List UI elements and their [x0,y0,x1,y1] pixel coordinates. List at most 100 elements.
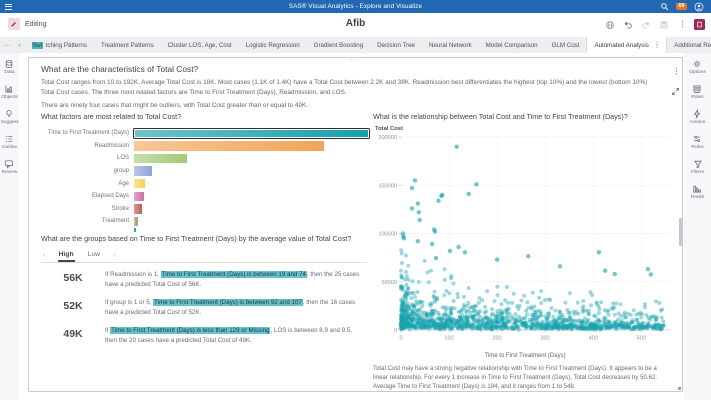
bar-row-treatment: Treatment [41,215,369,228]
bar-track [134,153,369,164]
bar-track [134,178,369,189]
svg-text:150000: 150000 [378,183,397,189]
bar-los[interactable] [134,153,187,164]
roles-icon [692,84,702,94]
left-rail: Data Objects Suggest Outline Review [0,53,20,400]
bar-row-readmission: Readmission [41,140,369,153]
object-menu-icon[interactable]: ··· [671,60,680,78]
bar-category-label: Time to First Treatment (Days) [47,130,129,137]
bar-elapsed-days[interactable] [134,191,145,202]
save-icon[interactable] [658,19,669,30]
bar-readmission[interactable] [134,141,325,151]
bar-track [134,204,369,214]
rail-item-filters[interactable]: Filters [691,159,704,175]
panel-resize-grip[interactable] [678,387,681,390]
more-menu-icon[interactable]: ··· [676,19,687,30]
rail-item-actions[interactable]: Actions [690,109,705,125]
tab-decision-tree[interactable]: Decision Tree [370,37,422,53]
bar-track [134,216,369,227]
svg-text:0: 0 [399,336,402,342]
undo-icon[interactable] [622,19,633,30]
bar-row-group: group [41,165,369,178]
bar-row-stroke: Stroke [41,203,369,216]
review-comment-icon [4,159,14,169]
tab-overflow-left-icon[interactable]: ··· [0,37,15,53]
rail-item-outline[interactable]: Outline [2,134,17,150]
tab-cluster-los-age-cost[interactable]: Cluster LOS, Age, Cost [161,37,239,53]
rail-item-review[interactable]: Review [2,159,17,175]
bar-group[interactable] [134,166,152,176]
groups-tab-high[interactable]: High [57,251,75,262]
tab-logistic-regression[interactable]: Logistic Regression [239,37,307,53]
bar-track [133,127,370,139]
rule-highlight: Time to First Treatment (Days) is betwee… [160,271,307,278]
tab-neural-network[interactable]: Neural Network [422,37,479,53]
svg-text:50000: 50000 [381,280,397,286]
automated-analysis-panel[interactable]: ··· What are the characteristics of Tota… [28,56,683,392]
rail-item-ranks[interactable]: Ranks [691,184,704,200]
expand-object-icon[interactable] [671,83,680,101]
rail-item-roles[interactable]: Roles [691,84,704,100]
redo-icon[interactable] [640,19,651,30]
svg-text:500: 500 [637,336,646,342]
report-tabs: Swi tching Patterns Treatment Patterns Clus… [25,37,711,53]
tab-model-comparison[interactable]: Model Comparison [479,37,545,53]
rail-item-suggest[interactable]: Suggest [1,109,18,125]
group-rule-text: If Time to First Treatment (Days) is les… [105,326,352,344]
bar-treatment[interactable] [134,216,138,227]
group-value: 49K [63,327,83,340]
scatter-outlier-points[interactable] [400,144,653,277]
report-toolbar: Editing Afib ··· [0,13,711,38]
summary-paragraph-2: There are ninety four cases that might b… [41,102,309,110]
tab-scroll-left-icon[interactable]: ‹ [15,37,25,53]
bar-age[interactable] [134,178,145,189]
report-pages-icon[interactable] [694,19,705,30]
bar-row-elapsed-days: Elapsed Days [41,190,369,203]
rail-item-rules[interactable]: Rules [691,134,704,150]
groups-rows: 56K If Readmission is 1, Time to First Tr… [41,270,367,346]
bar-time-to-first-treatment-days[interactable] [133,127,370,139]
object-drag-handle[interactable]: ··· [351,56,361,63]
svg-text:200000: 200000 [378,135,397,141]
scatter-section: What is the relationship between Total C… [373,112,677,391]
svg-text:100000: 100000 [378,232,397,238]
groups-tab-low[interactable]: Low [87,251,101,258]
scatter-plot-svg[interactable]: 0 50000 100000 150000 200000 0 100 200 300 400 500 [373,132,675,350]
bar-category-label: Readmission [94,142,129,149]
group-row-56k[interactable]: 56K If Readmission is 1, Time to First Tr… [41,270,367,290]
rail-item-data[interactable]: Data [4,59,15,75]
svg-text:0: 0 [394,328,397,334]
bar-category-label: Treatment [101,218,129,225]
bar-category-label: Stroke [111,205,129,212]
scatter-caption: Total Cost may have a strong negative re… [373,365,658,391]
groups-prev-icon[interactable]: ‹ [43,250,46,259]
group-row-49k[interactable]: 49K If Time to First Treatment (Days) is … [41,326,367,346]
search-icon[interactable] [659,1,670,12]
panel-scrollbar[interactable] [679,218,682,246]
groups-next-icon[interactable]: › [113,250,116,259]
groups-section: What are the groups based on Time to Fir… [41,234,367,354]
scatter-points[interactable] [399,248,666,332]
rail-label: Outline [1,145,18,150]
bar-stroke[interactable] [134,204,142,214]
tab-additional-reports[interactable]: Additional Reports [667,37,711,53]
tab-menu-icon[interactable]: ··· [653,41,659,49]
refresh-icon[interactable] [604,19,615,30]
rail-item-objects[interactable]: Objects [1,84,18,100]
tab-automated-analysis[interactable]: Automated Analysis ··· [586,37,668,53]
tab-glm-cost[interactable]: GLM Cost [545,37,587,53]
filter-funnel-icon [693,159,703,169]
group-row-52k[interactable]: 52K If group is 1 or 5, Time to First Tre… [41,298,367,318]
group-rule-text: If Readmission is 1, Time to First Treat… [105,271,360,288]
tab-treatment-patterns[interactable]: Treatment Patterns [94,37,161,53]
actions-icon [692,109,702,119]
options-gear-icon [692,59,702,69]
groups-tab-strip: ‹ High Low › [41,248,367,263]
rail-label: Roles [691,95,704,100]
notification-badge[interactable]: 69 [675,2,687,11]
tab-gradient-boosting[interactable]: Gradient Boosting [307,37,371,53]
rail-item-options[interactable]: Options [689,59,706,75]
summary-heading: What are the characteristics of Total Co… [41,64,199,74]
tab-switching-patterns[interactable]: Swi tching Patterns [25,37,94,53]
user-avatar[interactable] [693,1,704,12]
